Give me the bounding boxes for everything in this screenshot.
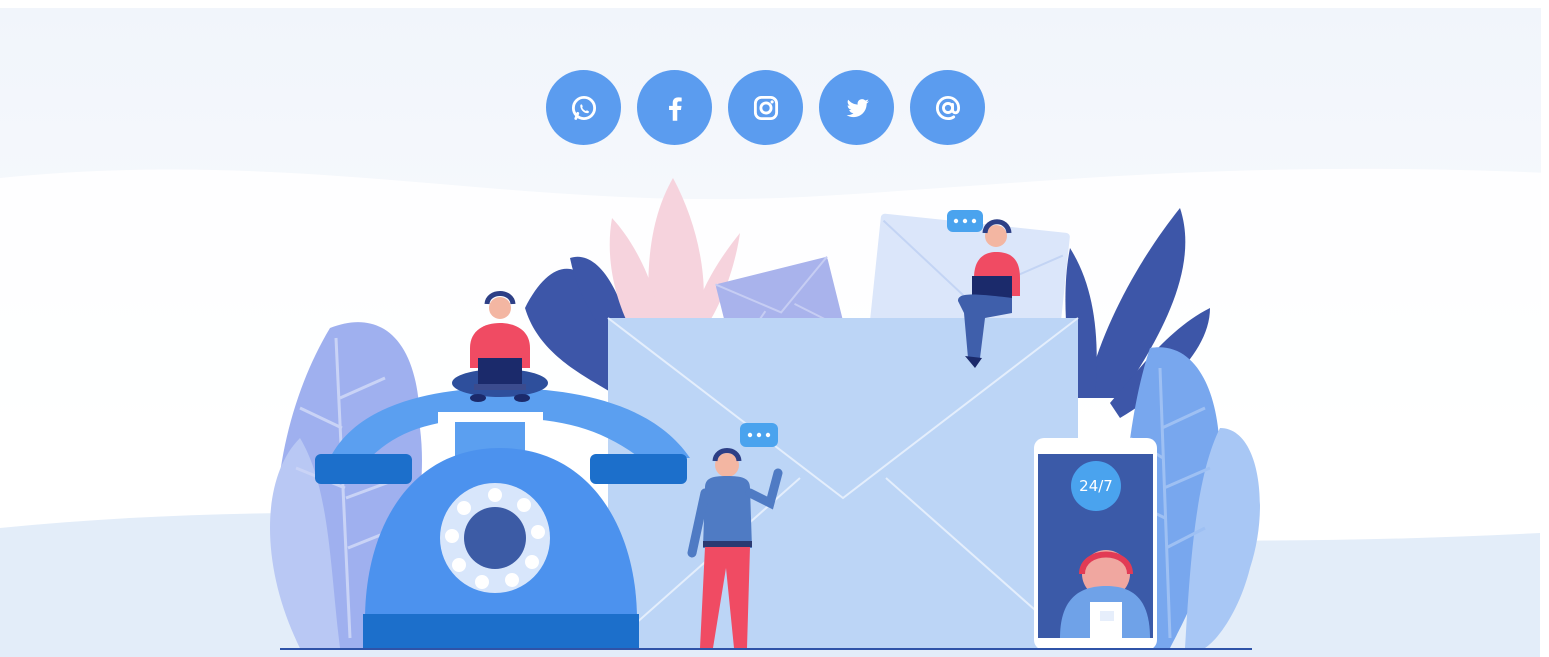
right-edge bbox=[1541, 8, 1549, 657]
twentyfour-seven-badge: 24/7 bbox=[1071, 461, 1121, 511]
facebook-button[interactable] bbox=[637, 70, 712, 145]
at-icon bbox=[935, 95, 960, 120]
top-strip bbox=[0, 0, 1549, 8]
instagram-button[interactable] bbox=[728, 70, 803, 145]
whatsapp-icon bbox=[571, 95, 596, 120]
social-links bbox=[546, 70, 985, 145]
whatsapp-button[interactable] bbox=[546, 70, 621, 145]
email-button[interactable] bbox=[910, 70, 985, 145]
facebook-icon bbox=[668, 96, 682, 121]
twitter-button[interactable] bbox=[819, 70, 894, 145]
instagram-icon bbox=[753, 95, 778, 120]
twitter-icon bbox=[846, 98, 869, 117]
